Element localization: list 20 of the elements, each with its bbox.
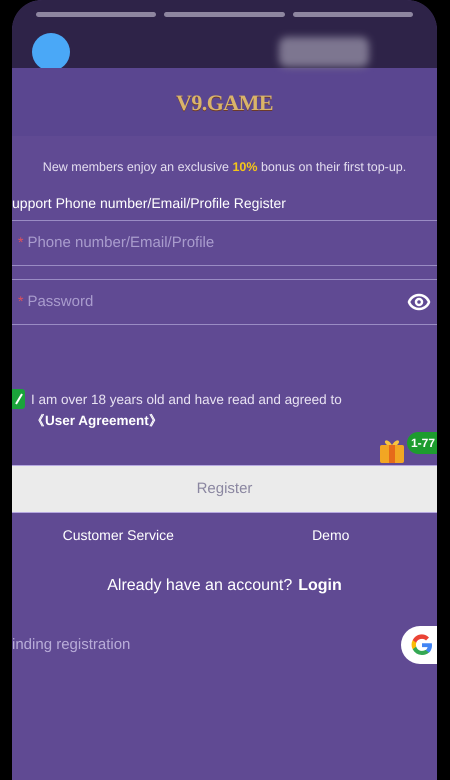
demo-link[interactable]: Demo [312, 524, 350, 546]
user-agreement-link[interactable]: 《User Agreement》 [31, 412, 163, 428]
support-title: upport Phone number/Email/Profile Register [12, 194, 286, 213]
logo: V9.GAME [176, 88, 273, 116]
required-mark: * [18, 233, 24, 252]
gift-badge: 1-77 [406, 432, 437, 454]
customer-service-link[interactable]: Customer Service [62, 524, 174, 546]
google-icon [410, 632, 434, 657]
check-icon [14, 392, 24, 405]
google-button[interactable] [401, 626, 437, 664]
password-field[interactable]: Password [27, 290, 407, 313]
agreement-text: I am over 18 years old and have read and agreed to 《User Agreement》 [31, 390, 343, 430]
login-link[interactable]: Login [298, 574, 342, 598]
login-prompt: Already have an account? [107, 576, 292, 596]
agreement-checkbox[interactable] [12, 388, 25, 409]
binding-label: inding registration [12, 634, 130, 654]
avatar[interactable] [32, 33, 70, 71]
promo-text: New members enjoy an exclusive 10% bonus on their first top-up. [42, 159, 408, 176]
account-field[interactable]: Phone number/Email/Profile [27, 232, 431, 254]
required-mark: * [18, 292, 24, 312]
